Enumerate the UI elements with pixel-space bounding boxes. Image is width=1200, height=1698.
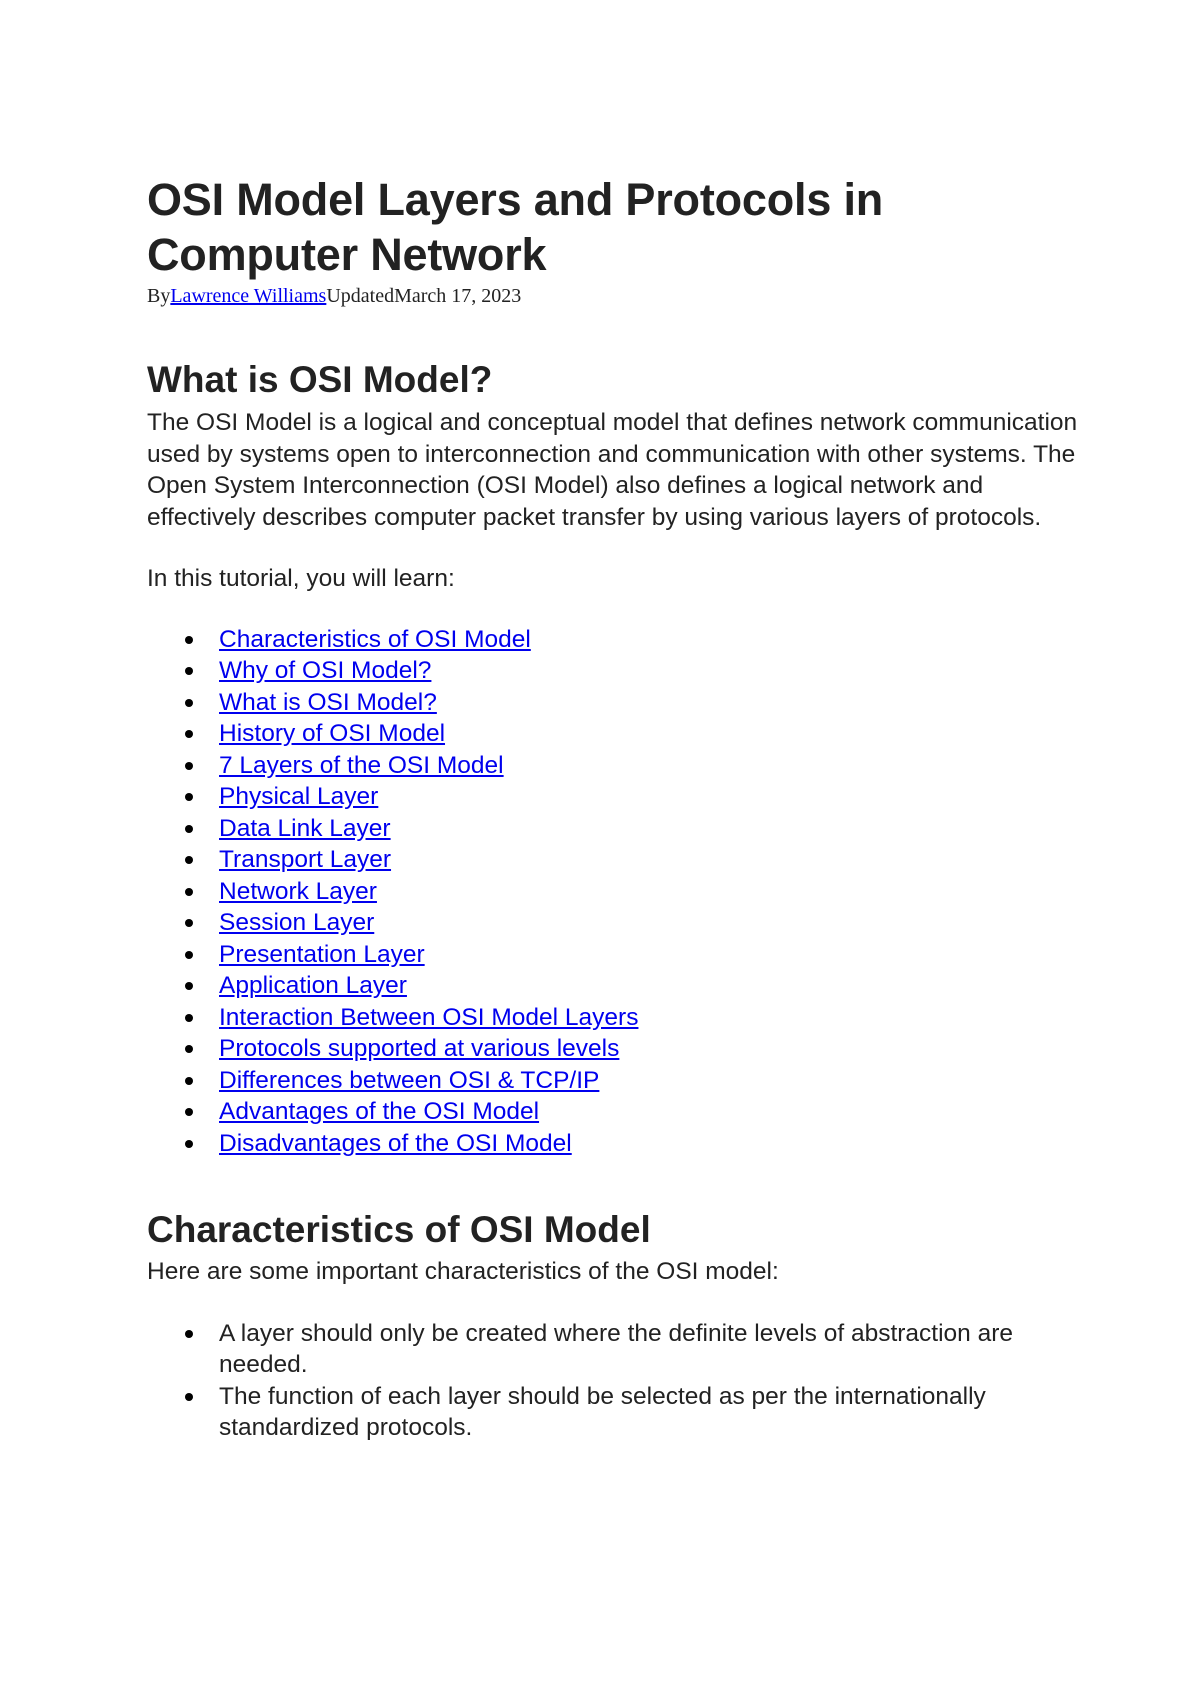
bullet-icon (185, 1392, 193, 1401)
bullet-icon (185, 1108, 193, 1116)
toc-item: Physical Layer (147, 781, 1087, 813)
list-item: The function of each layer should be sel… (147, 1381, 1087, 1444)
toc-link-why-osi[interactable]: Why of OSI Model? (219, 657, 431, 684)
bullet-icon (185, 1045, 193, 1053)
learn-intro: In this tutorial, you will learn: (147, 565, 455, 592)
toc-link-history[interactable]: History of OSI Model (219, 720, 445, 747)
characteristics-intro: Here are some important characteristics … (147, 1258, 779, 1285)
toc-link-disadvantages[interactable]: Disadvantages of the OSI Model (219, 1130, 572, 1157)
list-item-text: The function of each layer should be sel… (219, 1382, 986, 1442)
toc-link-7-layers[interactable]: 7 Layers of the OSI Model (219, 752, 504, 779)
bullet-icon (185, 1013, 193, 1022)
bullet-icon (185, 1139, 193, 1148)
toc-item: Application Layer (147, 970, 1087, 1002)
bullet-icon (185, 1076, 193, 1085)
bullet-icon (185, 1329, 193, 1338)
toc-link-application-layer[interactable]: Application Layer (219, 972, 407, 999)
toc-link-network-layer[interactable]: Network Layer (219, 878, 377, 905)
toc-link-advantages[interactable]: Advantages of the OSI Model (219, 1098, 539, 1125)
toc-item: Presentation Layer (147, 939, 1087, 971)
bullet-icon (185, 824, 193, 833)
bullet-icon (185, 982, 193, 990)
byline-updated-label: Updated (326, 285, 395, 307)
bullet-icon (185, 730, 193, 738)
author-link[interactable]: Lawrence Williams (170, 285, 326, 307)
page-title: OSI Model Layers and Protocols in Comput… (147, 174, 884, 280)
toc-item: Data Link Layer (147, 813, 1087, 845)
toc-item: Transport Layer (147, 844, 1087, 876)
byline-date: March 17, 2023 (394, 285, 522, 307)
toc-link-differences[interactable]: Differences between OSI & TCP/IP (219, 1067, 599, 1094)
byline: ByLawrence WilliamsUpdatedMarch 17, 2023 (147, 284, 1087, 308)
toc-item: Characteristics of OSI Model (147, 624, 1087, 656)
section-heading-what-is-osi: What is OSI Model? (147, 359, 493, 400)
toc-item: Advantages of the OSI Model (147, 1096, 1087, 1128)
toc-item: Session Layer (147, 907, 1087, 939)
bullet-icon (185, 919, 193, 927)
section-heading-characteristics: Characteristics of OSI Model (147, 1209, 651, 1250)
characteristics-list: A layer should only be created where the… (147, 1318, 1087, 1444)
bullet-icon (185, 887, 193, 896)
bullet-icon (185, 635, 193, 644)
list-item-text: A layer should only be created where the… (219, 1319, 1014, 1379)
toc-item: Disadvantages of the OSI Model (147, 1128, 1087, 1160)
toc-item: 7 Layers of the OSI Model (147, 750, 1087, 782)
toc-link-session-layer[interactable]: Session Layer (219, 909, 374, 936)
toc-item: History of OSI Model (147, 718, 1087, 750)
bullet-icon (185, 761, 193, 770)
byline-by-label: By (147, 285, 171, 307)
toc-item: Interaction Between OSI Model Layers (147, 1002, 1087, 1034)
intro-paragraph: The OSI Model is a logical and conceptua… (147, 409, 1078, 531)
toc-item: Why of OSI Model? (147, 655, 1087, 687)
toc-item: Differences between OSI & TCP/IP (147, 1065, 1087, 1097)
toc-link-physical-layer[interactable]: Physical Layer (219, 783, 378, 810)
toc-link-protocols[interactable]: Protocols supported at various levels (219, 1035, 619, 1062)
toc-link-interaction[interactable]: Interaction Between OSI Model Layers (219, 1004, 638, 1031)
toc-item: Network Layer (147, 876, 1087, 908)
toc-link-what-is-osi[interactable]: What is OSI Model? (219, 689, 437, 716)
toc-item: What is OSI Model? (147, 687, 1087, 719)
toc-link-data-link-layer[interactable]: Data Link Layer (219, 815, 391, 842)
bullet-icon (185, 793, 193, 801)
toc-link-presentation-layer[interactable]: Presentation Layer (219, 941, 425, 968)
toc-link-transport-layer[interactable]: Transport Layer (219, 846, 391, 873)
table-of-contents: Characteristics of OSI Model Why of OSI … (147, 624, 1087, 1160)
list-item: A layer should only be created where the… (147, 1318, 1087, 1381)
bullet-icon (185, 698, 193, 707)
toc-link-characteristics[interactable]: Characteristics of OSI Model (219, 626, 531, 653)
document-page: OSI Model Layers and Protocols in Comput… (147, 172, 1087, 1444)
bullet-icon (185, 856, 193, 864)
toc-item: Protocols supported at various levels (147, 1033, 1087, 1065)
bullet-icon (185, 950, 193, 959)
bullet-icon (185, 667, 193, 675)
